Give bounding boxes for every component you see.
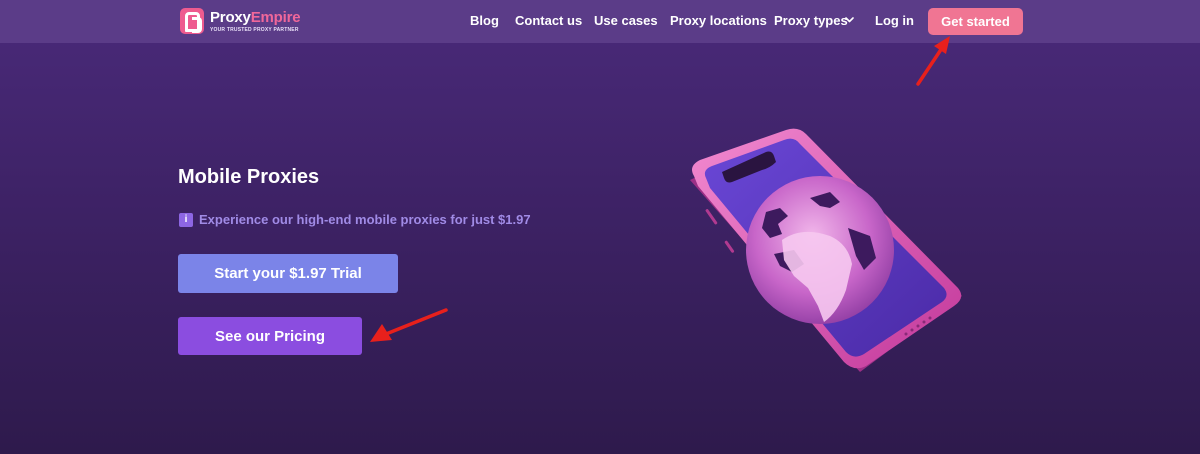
nav-link-proxy-locations[interactable]: Proxy locations [670,13,767,28]
see-pricing-button[interactable]: See our Pricing [178,317,362,355]
red-arrow-icon [370,308,448,342]
brand-name-part2: Empire [250,9,301,26]
chevron-down-icon[interactable] [845,17,854,23]
top-navbar: ProxyEmpire YOUR TRUSTED PROXY PARTNER B… [0,0,1200,43]
nav-link-use-cases[interactable]: Use cases [594,13,658,28]
brand-name-part1: Proxy [210,9,251,26]
nav-link-contact-us[interactable]: Contact us [515,13,582,28]
nav-link-log-in[interactable]: Log in [875,13,914,28]
nav-link-proxy-types[interactable]: Proxy types [774,13,848,28]
smartphone-globe-illustration [690,128,962,372]
nav-link-blog[interactable]: Blog [470,13,499,28]
proxyempire-logo-icon [180,8,204,34]
red-arrow-icon [916,36,950,86]
get-started-button[interactable]: Get started [928,8,1023,35]
hero-subtitle: Experience our high-end mobile proxies f… [199,212,531,227]
page-title: Mobile Proxies [178,166,320,188]
brand-logo[interactable]: ProxyEmpire YOUR TRUSTED PROXY PARTNER [180,8,310,36]
brand-tagline: YOUR TRUSTED PROXY PARTNER [210,27,299,33]
start-trial-button[interactable]: Start your $1.97 Trial [178,254,398,293]
brand-name: ProxyEmpire [210,9,301,26]
info-icon: i [179,213,193,227]
